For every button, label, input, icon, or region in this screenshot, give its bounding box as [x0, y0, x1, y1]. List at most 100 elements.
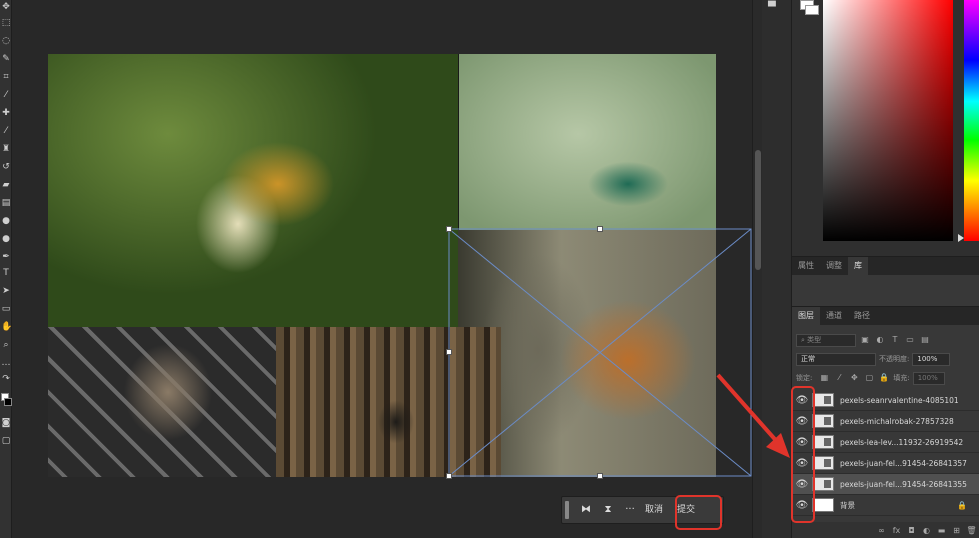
layer-name: pexels-juan-fel...91454-26841357 [840, 458, 967, 468]
fill-label: 填充: [893, 374, 910, 382]
move-tool-icon[interactable]: ✥ [1, 2, 11, 12]
layer-filter-select[interactable]: ⌕ 类型 [796, 333, 856, 347]
layers-footer: ∞ fx ◘ ◐ ▬ ⊞ 🗑 [792, 522, 979, 538]
type-tool-icon[interactable]: T [1, 268, 11, 278]
opacity-field[interactable]: 100% [912, 352, 951, 366]
zoom-tool-icon[interactable]: ⌕ [1, 340, 11, 350]
layer-row[interactable]: 👁 pexels-michalrobak-27857328 [792, 411, 979, 432]
flip-vertical-icon[interactable]: ⧗ [597, 500, 619, 520]
tab-channels[interactable]: 通道 [820, 307, 848, 325]
hand-tool-icon[interactable]: ✋ [1, 322, 12, 332]
quick-mask-icon[interactable]: ◙ [1, 418, 11, 428]
tab-adjustments[interactable]: 调整 [820, 257, 848, 275]
lock-all-icon[interactable]: 🔒 [878, 373, 890, 383]
task-bar-grip[interactable] [565, 501, 569, 519]
canvas-vertical-scrollbar[interactable] [752, 0, 762, 538]
flip-horizontal-icon[interactable]: ⧓ [575, 500, 597, 520]
opacity-label: 不透明度: [879, 355, 910, 363]
comment-icon[interactable]: ▀ [768, 2, 784, 13]
lock-row: 锁定: ▦ ⁄ ✥ ▢ 🔒 填充: 100% [796, 370, 976, 386]
layer-name: pexels-lea-lev...11932-26919542 [840, 437, 964, 447]
lock-position-icon[interactable]: ✥ [848, 373, 860, 383]
marquee-tool-icon[interactable]: ⬚ [1, 18, 11, 28]
fill-field[interactable]: 100% [912, 371, 945, 385]
transform-handle-bl[interactable] [446, 473, 452, 479]
blur-tool-icon[interactable]: ● [1, 216, 11, 226]
screen-mode-icon[interactable]: ▢ [1, 436, 11, 446]
gradient-tool-icon[interactable]: ▤ [1, 198, 11, 208]
tab-paths[interactable]: 路径 [848, 307, 876, 325]
rectangle-tool-icon[interactable]: ▭ [1, 304, 11, 314]
layer-row[interactable]: 👁 pexels-seanrvalentine-4085101 [792, 390, 979, 411]
filter-shape-icon[interactable]: ▭ [904, 335, 916, 345]
scrollbar-thumb[interactable] [755, 150, 761, 270]
swap-colors-icon[interactable]: ↷ [1, 374, 11, 384]
delete-layer-icon[interactable]: 🗑 [964, 526, 979, 535]
healing-tool-icon[interactable]: ✚ [1, 108, 11, 118]
adjustment-layer-icon[interactable]: ◐ [919, 526, 934, 535]
visibility-highlight-box [791, 386, 815, 523]
layer-thumbnail [812, 435, 834, 449]
transform-handle-t[interactable] [597, 226, 603, 232]
crop-tool-icon[interactable]: ⌗ [1, 72, 11, 82]
cancel-button[interactable]: 取消 [641, 500, 667, 520]
libraries-panel-body [792, 275, 979, 306]
layer-name: pexels-seanrvalentine-4085101 [840, 395, 959, 405]
blend-mode-select[interactable]: 正常 [796, 352, 876, 366]
lasso-tool-icon[interactable]: ◌ [1, 36, 11, 46]
background-layer-row[interactable]: 👁 背景 🔒 [792, 495, 979, 516]
dodge-tool-icon[interactable]: ● [1, 234, 11, 244]
more-options-button[interactable]: ··· [619, 500, 641, 520]
filter-pixel-icon[interactable]: ▣ [859, 335, 871, 345]
layer-row-selected[interactable]: 👁 pexels-juan-fel...91454-26841355 [792, 474, 979, 495]
transform-handle-tl[interactable] [446, 226, 452, 232]
layer-name: 背景 [840, 500, 855, 510]
eyedropper-tool-icon[interactable]: ⁄ [1, 90, 11, 100]
add-mask-icon[interactable]: ◘ [904, 526, 919, 535]
layer-row[interactable]: 👁 pexels-lea-lev...11932-26919542 [792, 432, 979, 453]
transform-handle-b[interactable] [597, 473, 603, 479]
commit-highlight-box [675, 495, 722, 530]
filter-adjust-icon[interactable]: ◐ [874, 335, 886, 345]
lock-artboard-icon[interactable]: ▢ [863, 373, 875, 383]
transform-diagonals [448, 228, 752, 477]
layer-thumbnail [812, 393, 834, 407]
lock-pixels-icon[interactable]: ⁄ [833, 373, 845, 383]
layers-panel: ⌕ 类型 ▣ ◐ T ▭ ▤ 正常 不透明度: 100% 锁定: ▦ ⁄ ✥ ▢… [792, 325, 979, 538]
more-tools-icon[interactable]: … [1, 358, 11, 368]
panel-background-swatch[interactable] [805, 5, 819, 15]
history-brush-tool-icon[interactable]: ↺ [1, 162, 11, 172]
background-color-swatch[interactable] [4, 398, 12, 406]
layer-thumbnail [812, 498, 834, 512]
filter-smart-icon[interactable]: ▤ [919, 335, 931, 345]
filter-type-label: 类型 [807, 335, 822, 344]
color-picker-field[interactable] [823, 0, 953, 241]
tab-layers[interactable]: 图层 [792, 307, 820, 325]
brush-tool-icon[interactable]: ⁄ [1, 126, 11, 136]
lock-transparent-icon[interactable]: ▦ [818, 373, 830, 383]
color-panel [792, 0, 979, 252]
new-layer-icon[interactable]: ⊞ [949, 526, 964, 535]
eraser-tool-icon[interactable]: ▰ [1, 180, 11, 190]
hue-slider-marker[interactable] [958, 234, 964, 242]
photoshop-window: ✥ ⬚ ◌ ✎ ⌗ ⁄ ✚ ⁄ ♜ ↺ ▰ ▤ ● ● ✒ T ➤ ▭ ✋ ⌕ … [0, 0, 979, 538]
layer-style-icon[interactable]: fx [889, 526, 904, 535]
transform-handle-l[interactable] [446, 349, 452, 355]
layer-thumbnail [812, 414, 834, 428]
pen-tool-icon[interactable]: ✒ [1, 252, 11, 262]
layer-row[interactable]: 👁 pexels-juan-fel...91454-26841357 [792, 453, 979, 474]
lock-icon: 🔒 [957, 500, 967, 510]
filter-type-icon[interactable]: T [889, 335, 901, 345]
quick-select-tool-icon[interactable]: ✎ [1, 54, 11, 64]
canvas-area[interactable] [12, 0, 752, 538]
new-group-icon[interactable]: ▬ [934, 526, 949, 535]
stamp-tool-icon[interactable]: ♜ [1, 144, 11, 154]
panel-icon-column: ▀ [762, 0, 792, 538]
hue-slider[interactable] [964, 0, 979, 241]
layer-name: pexels-juan-fel...91454-26841355 [840, 479, 967, 489]
tab-properties[interactable]: 属性 [792, 257, 820, 275]
lock-label: 锁定: [796, 374, 813, 382]
path-select-tool-icon[interactable]: ➤ [1, 286, 11, 296]
link-layers-icon[interactable]: ∞ [874, 526, 889, 535]
tab-libraries[interactable]: 库 [848, 257, 868, 275]
